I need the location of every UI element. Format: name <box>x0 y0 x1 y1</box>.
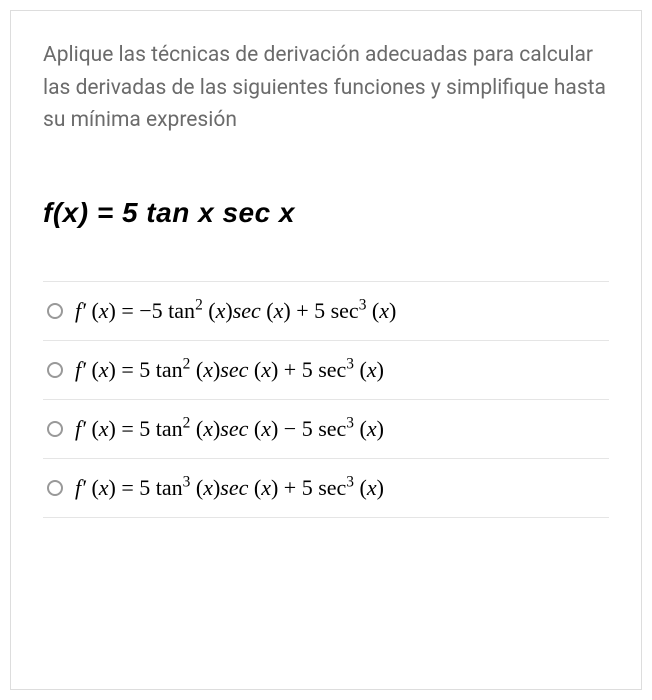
radio-icon <box>47 480 63 496</box>
radio-icon <box>47 303 63 319</box>
option-2[interactable]: f′ (x) = 5 tan2 (x)sec (x) + 5 sec3 (x) <box>43 341 609 400</box>
options-list: f′ (x) = −5 tan2 (x)sec (x) + 5 sec3 (x)… <box>43 281 609 518</box>
option-math: f′ (x) = 5 tan2 (x)sec (x) − 5 sec3 (x) <box>75 416 384 442</box>
question-text: Aplique las técnicas de derivación adecu… <box>43 39 609 137</box>
option-4[interactable]: f′ (x) = 5 tan3 (x)sec (x) + 5 sec3 (x) <box>43 459 609 518</box>
question-card: Aplique las técnicas de derivación adecu… <box>10 10 642 690</box>
radio-icon <box>47 362 63 378</box>
option-math: f′ (x) = 5 tan3 (x)sec (x) + 5 sec3 (x) <box>75 475 384 501</box>
option-3[interactable]: f′ (x) = 5 tan2 (x)sec (x) − 5 sec3 (x) <box>43 400 609 459</box>
radio-icon <box>47 421 63 437</box>
option-math: f′ (x) = 5 tan2 (x)sec (x) + 5 sec3 (x) <box>75 357 384 383</box>
option-math: f′ (x) = −5 tan2 (x)sec (x) + 5 sec3 (x) <box>75 298 396 324</box>
main-formula: f(x) = 5 tan x sec x <box>43 197 609 229</box>
option-1[interactable]: f′ (x) = −5 tan2 (x)sec (x) + 5 sec3 (x) <box>43 282 609 341</box>
